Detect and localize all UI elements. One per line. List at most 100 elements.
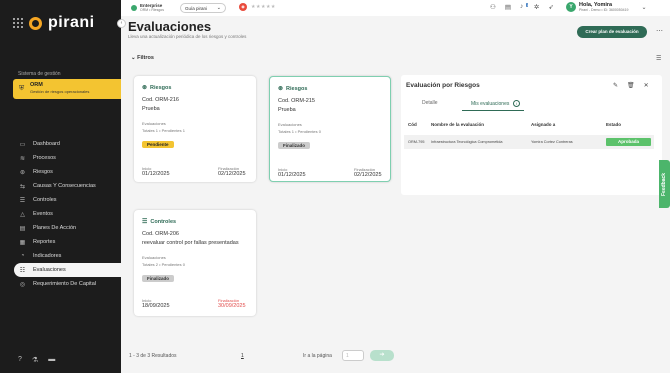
col-header-status: Estado bbox=[606, 122, 622, 127]
evaluation-card-selected[interactable]: ⊛ Riesgos Cod. ORM-215 Prueba Evaluacione… bbox=[269, 76, 391, 182]
row-assigned: Yomira Cortez Contreras bbox=[531, 140, 573, 144]
sidebar-item-riesgos[interactable]: ⊛ Riesgos bbox=[14, 165, 121, 179]
sidebar-item-label: Procesos bbox=[33, 155, 56, 161]
sidebar-item-label: Reportes bbox=[33, 239, 56, 245]
cause-effect-icon: ⇆ bbox=[19, 183, 26, 190]
guide-dropdown[interactable]: Guía pirani ⌄ bbox=[180, 3, 226, 13]
page-number[interactable]: 1 bbox=[241, 353, 244, 359]
guide-label: Guía pirani bbox=[185, 6, 208, 11]
apps-grid-icon[interactable] bbox=[13, 18, 23, 28]
module-subtitle: Gestión de riesgos operacionales bbox=[30, 89, 90, 94]
module-card[interactable]: ⛨ ORM Gestión de riesgos operacionales bbox=[13, 79, 125, 99]
sidebar-item-label: Causas Y Consecuencias bbox=[33, 183, 96, 189]
logo-text: pirani bbox=[48, 14, 95, 31]
trash-icon[interactable]: 🗑 bbox=[627, 82, 635, 89]
feedback-tab[interactable]: Feedback bbox=[659, 160, 670, 208]
layers-icon: ≋ bbox=[19, 155, 26, 162]
topbar-actions: ⚇ ▤ ♪ 1 ✲ ➶ bbox=[490, 3, 554, 11]
sidebar-item-label: Eventos bbox=[33, 211, 53, 217]
monitor-icon: ▭ bbox=[19, 141, 26, 148]
status-badge: Pendiente bbox=[142, 141, 174, 148]
main-content: Enterprise ORM • Riesgos Guía pirani ⌄ ◉… bbox=[117, 0, 670, 373]
card-description: Prueba bbox=[278, 107, 296, 113]
card-description: Prueba bbox=[142, 106, 160, 112]
report-icon: ▦ bbox=[19, 239, 26, 246]
panel-actions: ✎ 🗑 ✕ bbox=[613, 82, 649, 89]
chevron-down-icon: ⌄ bbox=[131, 55, 136, 61]
settings-icon[interactable]: ✲ bbox=[534, 3, 539, 11]
tab-detalle[interactable]: Detalle bbox=[422, 100, 438, 106]
sidebar: pirani Sistema de gestión ⛨ ORM Gestión … bbox=[0, 0, 125, 373]
panel-title: Evaluación por Riesgos bbox=[406, 82, 480, 89]
bell-icon[interactable]: ♪ 1 bbox=[520, 3, 528, 11]
sidebar-item-capital[interactable]: ◎ Requerimiento De Capital bbox=[14, 277, 121, 291]
flask-icon[interactable]: ⚗ bbox=[32, 356, 38, 364]
more-options-icon[interactable]: ⋯ bbox=[656, 27, 663, 35]
warning-icon: ⊛ bbox=[19, 169, 26, 176]
pirani-logo-icon bbox=[29, 16, 42, 30]
arrow-right-icon: ➔ bbox=[379, 352, 385, 358]
close-icon[interactable]: ✕ bbox=[644, 82, 649, 89]
avatar[interactable]: Y bbox=[566, 2, 576, 12]
results-count: 1 - 3 de 3 Resultados bbox=[129, 353, 177, 359]
capital-icon: ◎ bbox=[19, 281, 26, 288]
sidebar-item-indicadores[interactable]: ◔ Indicadores bbox=[14, 249, 121, 263]
card-evals-meta: Totales 2 • Pendientes 0 bbox=[142, 262, 185, 267]
start-date: 01/12/2025 bbox=[142, 171, 170, 177]
help-icon[interactable]: ? bbox=[18, 356, 22, 364]
stars-icon[interactable]: ★★★★★ bbox=[251, 4, 276, 10]
goto-page-button[interactable]: ➔ bbox=[370, 350, 394, 361]
sidebar-item-causas[interactable]: ⇆ Causas Y Consecuencias bbox=[14, 179, 121, 193]
sidebar-item-planes[interactable]: ▤ Planes De Acción bbox=[14, 221, 121, 235]
brand-logo[interactable]: pirani bbox=[13, 14, 95, 32]
detail-panel: Evaluación por Riesgos ✎ 🗑 ✕ Detalle Mis… bbox=[401, 75, 662, 195]
card-type-label: Controles bbox=[150, 218, 177, 225]
module-title: ORM bbox=[30, 82, 43, 88]
sidebar-item-reportes[interactable]: ▦ Reportes bbox=[14, 235, 121, 249]
rating-badge-icon: ◉ bbox=[239, 3, 247, 11]
shield-icon: ⛨ bbox=[19, 85, 25, 92]
sidebar-item-label: Controles bbox=[33, 197, 57, 203]
sidebar-item-label: Requerimiento De Capital bbox=[33, 281, 96, 287]
users-icon[interactable]: ⚇ bbox=[490, 3, 496, 11]
sidebar-item-controles[interactable]: ☰ Controles bbox=[14, 193, 121, 207]
rocket-icon[interactable]: ➶ bbox=[548, 3, 553, 11]
create-plan-button[interactable]: Crear plan de evaluación bbox=[577, 26, 647, 38]
sidebar-item-label: Dashboard bbox=[33, 141, 60, 147]
sidebar-item-label: Evaluaciones bbox=[33, 267, 66, 273]
card-icon[interactable]: ▬ bbox=[48, 356, 55, 364]
goto-page-input[interactable]: 1 bbox=[342, 350, 364, 361]
goto-label: Ir a la página bbox=[303, 353, 332, 359]
evaluation-card[interactable]: ☰ Controles Cod. ORM-206 reevaluar contro… bbox=[134, 210, 256, 316]
enterprise-badge: Enterprise ORM • Riesgos bbox=[131, 3, 164, 12]
filters-toggle[interactable]: ⌄ Filtros bbox=[131, 55, 154, 61]
enterprise-icon bbox=[131, 4, 137, 11]
sidebar-item-procesos[interactable]: ≋ Procesos bbox=[14, 151, 121, 165]
sidebar-item-label: Indicadores bbox=[33, 253, 62, 259]
end-date: 30/09/2025 bbox=[218, 303, 246, 309]
card-evals-meta: Totales 1 • Pendientes 1 bbox=[142, 128, 185, 133]
sidebar-item-evaluaciones[interactable]: ☷ Evaluaciones bbox=[14, 263, 121, 277]
list-check-icon: ☷ bbox=[19, 267, 26, 274]
document-icon[interactable]: ▤ bbox=[505, 3, 511, 11]
sidebar-item-label: Riesgos bbox=[33, 169, 53, 175]
chevron-down-icon[interactable]: ⌄ bbox=[641, 4, 646, 11]
page-title: Evaluaciones bbox=[128, 19, 212, 34]
rating-widget[interactable]: ◉ ★★★★★ bbox=[239, 3, 276, 11]
col-header-assigned: Asignado a bbox=[531, 122, 556, 127]
notification-badge: 1 bbox=[526, 3, 528, 7]
card-type-label: Riesgos bbox=[150, 84, 172, 91]
tab-indicator bbox=[462, 110, 524, 111]
collapse-sidebar-button[interactable]: ‹ bbox=[117, 19, 126, 28]
list-view-icon[interactable]: ☰ bbox=[656, 55, 661, 62]
card-evals-label: Evaluaciones bbox=[142, 121, 166, 126]
sidebar-item-dashboard[interactable]: ▭ Dashboard bbox=[14, 137, 121, 151]
card-type: ⊛ Riesgos bbox=[278, 85, 382, 93]
edit-icon[interactable]: ✎ bbox=[613, 82, 618, 89]
sidebar-item-eventos[interactable]: △ Eventos bbox=[14, 207, 121, 221]
card-type: ⊛ Riesgos bbox=[142, 84, 248, 92]
end-date: 02/12/2025 bbox=[218, 171, 246, 177]
tab-mis-evaluaciones[interactable]: Mis evaluaciones i bbox=[471, 100, 521, 107]
user-menu[interactable]: Y Hola, Yomira Pirani - Demo • ID: 36000… bbox=[566, 2, 647, 12]
evaluation-card[interactable]: ⊛ Riesgos Cod. ORM-216 Prueba Evaluacione… bbox=[134, 76, 256, 182]
